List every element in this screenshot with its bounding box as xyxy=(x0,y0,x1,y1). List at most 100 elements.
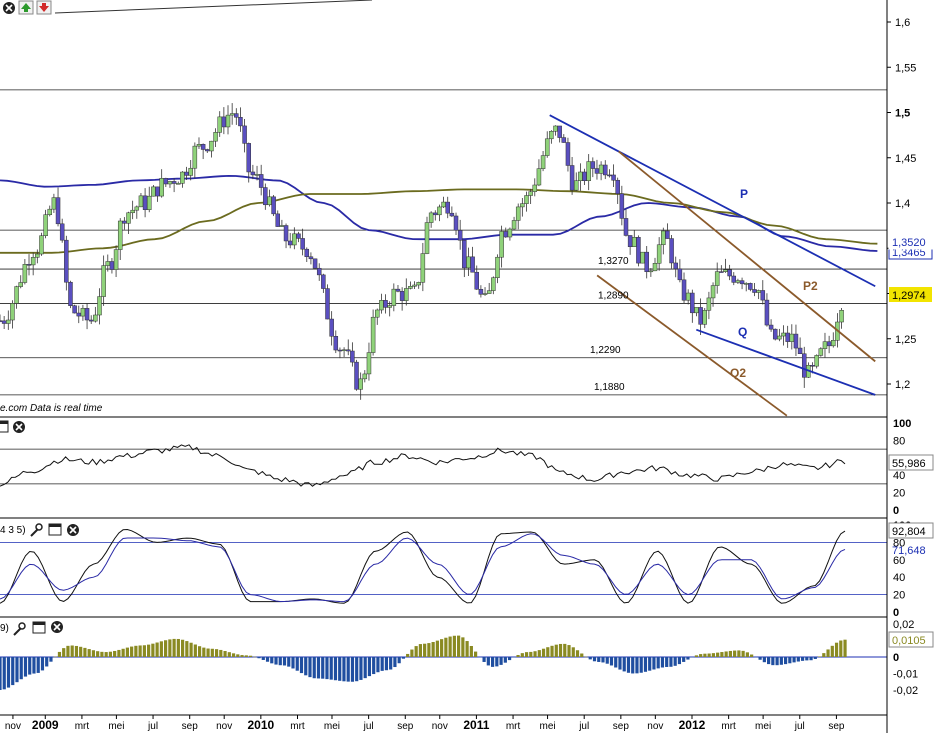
candle[interactable] xyxy=(549,131,554,140)
candle[interactable] xyxy=(122,220,127,224)
candle[interactable] xyxy=(234,113,239,118)
candle[interactable] xyxy=(557,125,562,138)
candle[interactable] xyxy=(242,125,247,144)
candle[interactable] xyxy=(710,285,716,299)
candle[interactable] xyxy=(772,328,778,340)
candle[interactable] xyxy=(611,174,616,181)
candle[interactable] xyxy=(428,212,434,223)
candle[interactable] xyxy=(632,237,637,247)
candle[interactable] xyxy=(462,239,467,269)
candle[interactable] xyxy=(76,312,82,317)
candle[interactable] xyxy=(126,212,131,224)
close-icon[interactable] xyxy=(13,421,25,433)
candle[interactable] xyxy=(474,271,479,290)
candle[interactable] xyxy=(515,206,521,221)
candle[interactable] xyxy=(420,253,426,283)
candle[interactable] xyxy=(279,225,285,227)
candle[interactable] xyxy=(180,171,185,184)
candle[interactable] xyxy=(797,347,803,355)
candle[interactable] xyxy=(644,251,649,273)
window-icon[interactable] xyxy=(0,420,9,433)
candle[interactable] xyxy=(789,333,795,342)
candle[interactable] xyxy=(752,289,757,293)
candle[interactable] xyxy=(694,307,699,314)
candle[interactable] xyxy=(839,309,844,323)
candle[interactable] xyxy=(582,171,587,181)
candle[interactable] xyxy=(706,297,712,311)
candle[interactable] xyxy=(553,125,558,132)
candle[interactable] xyxy=(88,319,94,322)
candle[interactable] xyxy=(408,286,413,289)
candle[interactable] xyxy=(47,208,52,215)
candle[interactable] xyxy=(221,116,227,128)
candle[interactable] xyxy=(627,235,633,247)
candle[interactable] xyxy=(283,225,289,242)
candle[interactable] xyxy=(457,230,463,241)
candle[interactable] xyxy=(321,274,326,289)
candle[interactable] xyxy=(370,316,376,353)
candle[interactable] xyxy=(26,264,32,266)
candle[interactable] xyxy=(743,283,749,285)
candle[interactable] xyxy=(470,256,475,273)
candle[interactable] xyxy=(217,116,222,133)
candle[interactable] xyxy=(229,113,235,116)
candle[interactable] xyxy=(648,270,654,273)
candle[interactable] xyxy=(113,249,119,270)
candle[interactable] xyxy=(793,333,799,349)
candle[interactable] xyxy=(507,228,513,238)
candle[interactable] xyxy=(760,290,766,301)
candle[interactable] xyxy=(607,174,612,177)
candle[interactable] xyxy=(387,305,392,308)
candle[interactable] xyxy=(491,277,496,291)
candle[interactable] xyxy=(192,145,198,169)
candle[interactable] xyxy=(345,349,351,352)
candle[interactable] xyxy=(138,195,144,208)
candle[interactable] xyxy=(341,349,347,351)
candle[interactable] xyxy=(130,209,135,214)
candle[interactable] xyxy=(731,275,737,283)
candle[interactable] xyxy=(399,291,405,301)
candle[interactable] xyxy=(690,292,695,314)
candle[interactable] xyxy=(383,300,388,308)
candle[interactable] xyxy=(6,319,11,324)
candle[interactable] xyxy=(35,253,40,258)
candle[interactable] xyxy=(275,213,281,227)
candle[interactable] xyxy=(685,292,691,301)
candle[interactable] xyxy=(55,197,61,225)
candle[interactable] xyxy=(768,324,774,330)
close-icon[interactable] xyxy=(3,2,15,14)
candle[interactable] xyxy=(528,191,533,196)
candle[interactable] xyxy=(561,137,567,143)
candle[interactable] xyxy=(499,231,504,258)
candle[interactable] xyxy=(354,361,359,390)
candle[interactable] xyxy=(544,138,550,156)
candle[interactable] xyxy=(433,212,438,216)
candle[interactable] xyxy=(366,352,372,375)
candle[interactable] xyxy=(818,348,824,356)
candle[interactable] xyxy=(80,308,86,317)
candle[interactable] xyxy=(781,332,786,337)
candle[interactable] xyxy=(188,167,193,176)
candle[interactable] xyxy=(445,201,450,214)
candle[interactable] xyxy=(101,265,106,297)
candle[interactable] xyxy=(10,303,15,321)
candle[interactable] xyxy=(97,296,102,316)
candle[interactable] xyxy=(495,256,500,278)
candle[interactable] xyxy=(777,335,782,340)
candle[interactable] xyxy=(287,240,293,246)
candle[interactable] xyxy=(142,195,148,210)
candle[interactable] xyxy=(271,196,276,215)
candle[interactable] xyxy=(437,206,442,216)
candle[interactable] xyxy=(308,256,314,260)
candle[interactable] xyxy=(656,244,662,264)
candle[interactable] xyxy=(536,168,542,186)
candle[interactable] xyxy=(151,186,156,197)
candle[interactable] xyxy=(213,132,218,142)
candle[interactable] xyxy=(594,168,600,174)
candle[interactable] xyxy=(163,178,169,185)
candle[interactable] xyxy=(14,286,19,304)
candle[interactable] xyxy=(673,262,678,270)
candle[interactable] xyxy=(379,300,384,311)
candle[interactable] xyxy=(578,171,583,181)
candle[interactable] xyxy=(598,164,604,174)
